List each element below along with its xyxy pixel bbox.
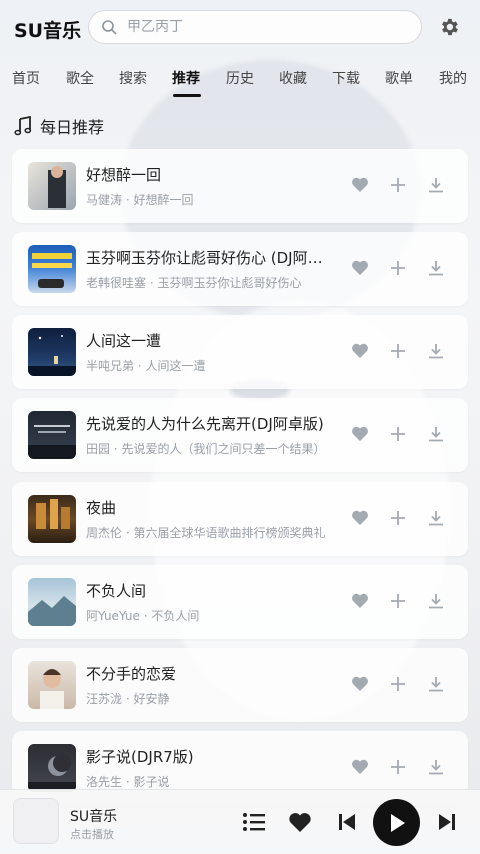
tab-search[interactable]: 搜索 <box>119 68 147 88</box>
song-subtitle: 老韩很哇塞 · 玉芬啊玉芬你让彪哥好伤心 <box>86 276 302 290</box>
song-item[interactable]: 玉芬啊玉芬你让彪哥好伤心 (DJ阿卓版) 老韩很哇塞 · 玉芬啊玉芬你让彪哥好伤… <box>12 232 468 306</box>
download-icon[interactable] <box>426 175 446 195</box>
plus-icon[interactable] <box>388 175 408 195</box>
tab-mine[interactable]: 我的 <box>439 68 467 88</box>
song-subtitle: 汪苏泷 · 好安静 <box>86 692 170 706</box>
heart-icon[interactable] <box>350 258 370 278</box>
song-cover <box>28 744 76 792</box>
search-bar[interactable] <box>88 10 422 44</box>
heart-icon[interactable] <box>350 674 370 694</box>
tab-home[interactable]: 首页 <box>12 68 40 88</box>
heart-icon[interactable] <box>288 811 312 833</box>
song-title: 玉芬啊玉芬你让彪哥好伤心 (DJ阿卓版) <box>86 249 336 267</box>
plus-icon[interactable] <box>388 508 408 528</box>
category-tabs: 首页 歌全 搜索 推荐 历史 收藏 下载 歌单 我的 <box>0 60 480 98</box>
song-cover <box>28 328 76 376</box>
song-subtitle: 洛先生 · 影子说 <box>86 775 170 789</box>
heart-icon[interactable] <box>350 508 370 528</box>
heart-icon[interactable] <box>350 175 370 195</box>
plus-icon[interactable] <box>388 424 408 444</box>
mini-player[interactable]: SU音乐 点击播放 <box>0 789 480 854</box>
song-cover <box>28 578 76 626</box>
plus-icon[interactable] <box>388 591 408 611</box>
song-cover <box>28 245 76 293</box>
tab-favorites[interactable]: 收藏 <box>279 68 307 88</box>
song-cover <box>28 411 76 459</box>
search-input[interactable] <box>125 18 399 36</box>
song-subtitle: 马健涛 · 好想醉一回 <box>86 193 194 207</box>
song-title: 不分手的恋爱 <box>86 665 177 683</box>
song-subtitle: 半吨兄弟 · 人间这一遭 <box>86 359 206 373</box>
top-bar: SU音乐 <box>0 0 480 56</box>
heart-icon[interactable] <box>350 591 370 611</box>
song-subtitle: 田园 · 先说爱的人（我们之间只差一个结果） <box>86 442 326 456</box>
search-icon <box>102 20 117 35</box>
song-cover <box>28 661 76 709</box>
song-title: 不负人间 <box>86 582 147 600</box>
section-title: 每日推荐 <box>40 118 105 137</box>
song-title: 人间这一遭 <box>86 332 162 350</box>
playlist-icon[interactable] <box>242 812 266 832</box>
song-title: 夜曲 <box>86 499 117 517</box>
plus-icon[interactable] <box>388 757 408 777</box>
tab-downloads[interactable]: 下载 <box>332 68 360 88</box>
tab-all-songs[interactable]: 歌全 <box>66 68 94 88</box>
song-title: 影子说(DJR7版) <box>86 748 194 766</box>
song-item[interactable]: 不分手的恋爱 汪苏泷 · 好安静 <box>12 648 468 722</box>
tab-history[interactable]: 历史 <box>226 68 254 88</box>
song-item[interactable]: 夜曲 周杰伦 · 第六届全球华语歌曲排行榜颁奖典礼 <box>12 482 468 556</box>
gear-icon[interactable] <box>438 16 460 38</box>
heart-icon[interactable] <box>350 757 370 777</box>
download-icon[interactable] <box>426 258 446 278</box>
song-cover <box>28 162 76 210</box>
heart-icon[interactable] <box>350 341 370 361</box>
player-subtitle: 点击播放 <box>70 828 114 841</box>
heart-icon[interactable] <box>350 424 370 444</box>
song-item[interactable]: 好想醉一回 马健涛 · 好想醉一回 <box>12 149 468 223</box>
music-note-icon <box>14 116 32 136</box>
next-icon[interactable] <box>438 812 456 832</box>
player-title: SU音乐 <box>70 809 118 825</box>
song-title: 好想醉一回 <box>86 166 162 184</box>
active-tab-indicator <box>173 94 201 97</box>
download-icon[interactable] <box>426 424 446 444</box>
download-icon[interactable] <box>426 341 446 361</box>
tab-recommend[interactable]: 推荐 <box>172 68 200 88</box>
song-cover <box>28 495 76 543</box>
tab-playlists[interactable]: 歌单 <box>385 68 413 88</box>
song-title: 先说爱的人为什么先离开(DJ阿卓版) <box>86 415 324 433</box>
section-header: 每日推荐 <box>14 114 104 138</box>
player-cover[interactable] <box>13 798 59 844</box>
plus-icon[interactable] <box>388 674 408 694</box>
song-subtitle: 周杰伦 · 第六届全球华语歌曲排行榜颁奖典礼 <box>86 526 326 540</box>
download-icon[interactable] <box>426 757 446 777</box>
play-button[interactable] <box>373 799 420 846</box>
song-item[interactable]: 人间这一遭 半吨兄弟 · 人间这一遭 <box>12 315 468 389</box>
song-item[interactable]: 先说爱的人为什么先离开(DJ阿卓版) 田园 · 先说爱的人（我们之间只差一个结果… <box>12 398 468 472</box>
play-icon <box>390 813 405 832</box>
previous-icon[interactable] <box>338 812 356 832</box>
plus-icon[interactable] <box>388 341 408 361</box>
download-icon[interactable] <box>426 508 446 528</box>
song-item[interactable]: 不负人间 阿YueYue · 不负人间 <box>12 565 468 639</box>
app-title: SU音乐 <box>14 20 82 42</box>
download-icon[interactable] <box>426 674 446 694</box>
plus-icon[interactable] <box>388 258 408 278</box>
download-icon[interactable] <box>426 591 446 611</box>
song-subtitle: 阿YueYue · 不负人间 <box>86 609 200 623</box>
